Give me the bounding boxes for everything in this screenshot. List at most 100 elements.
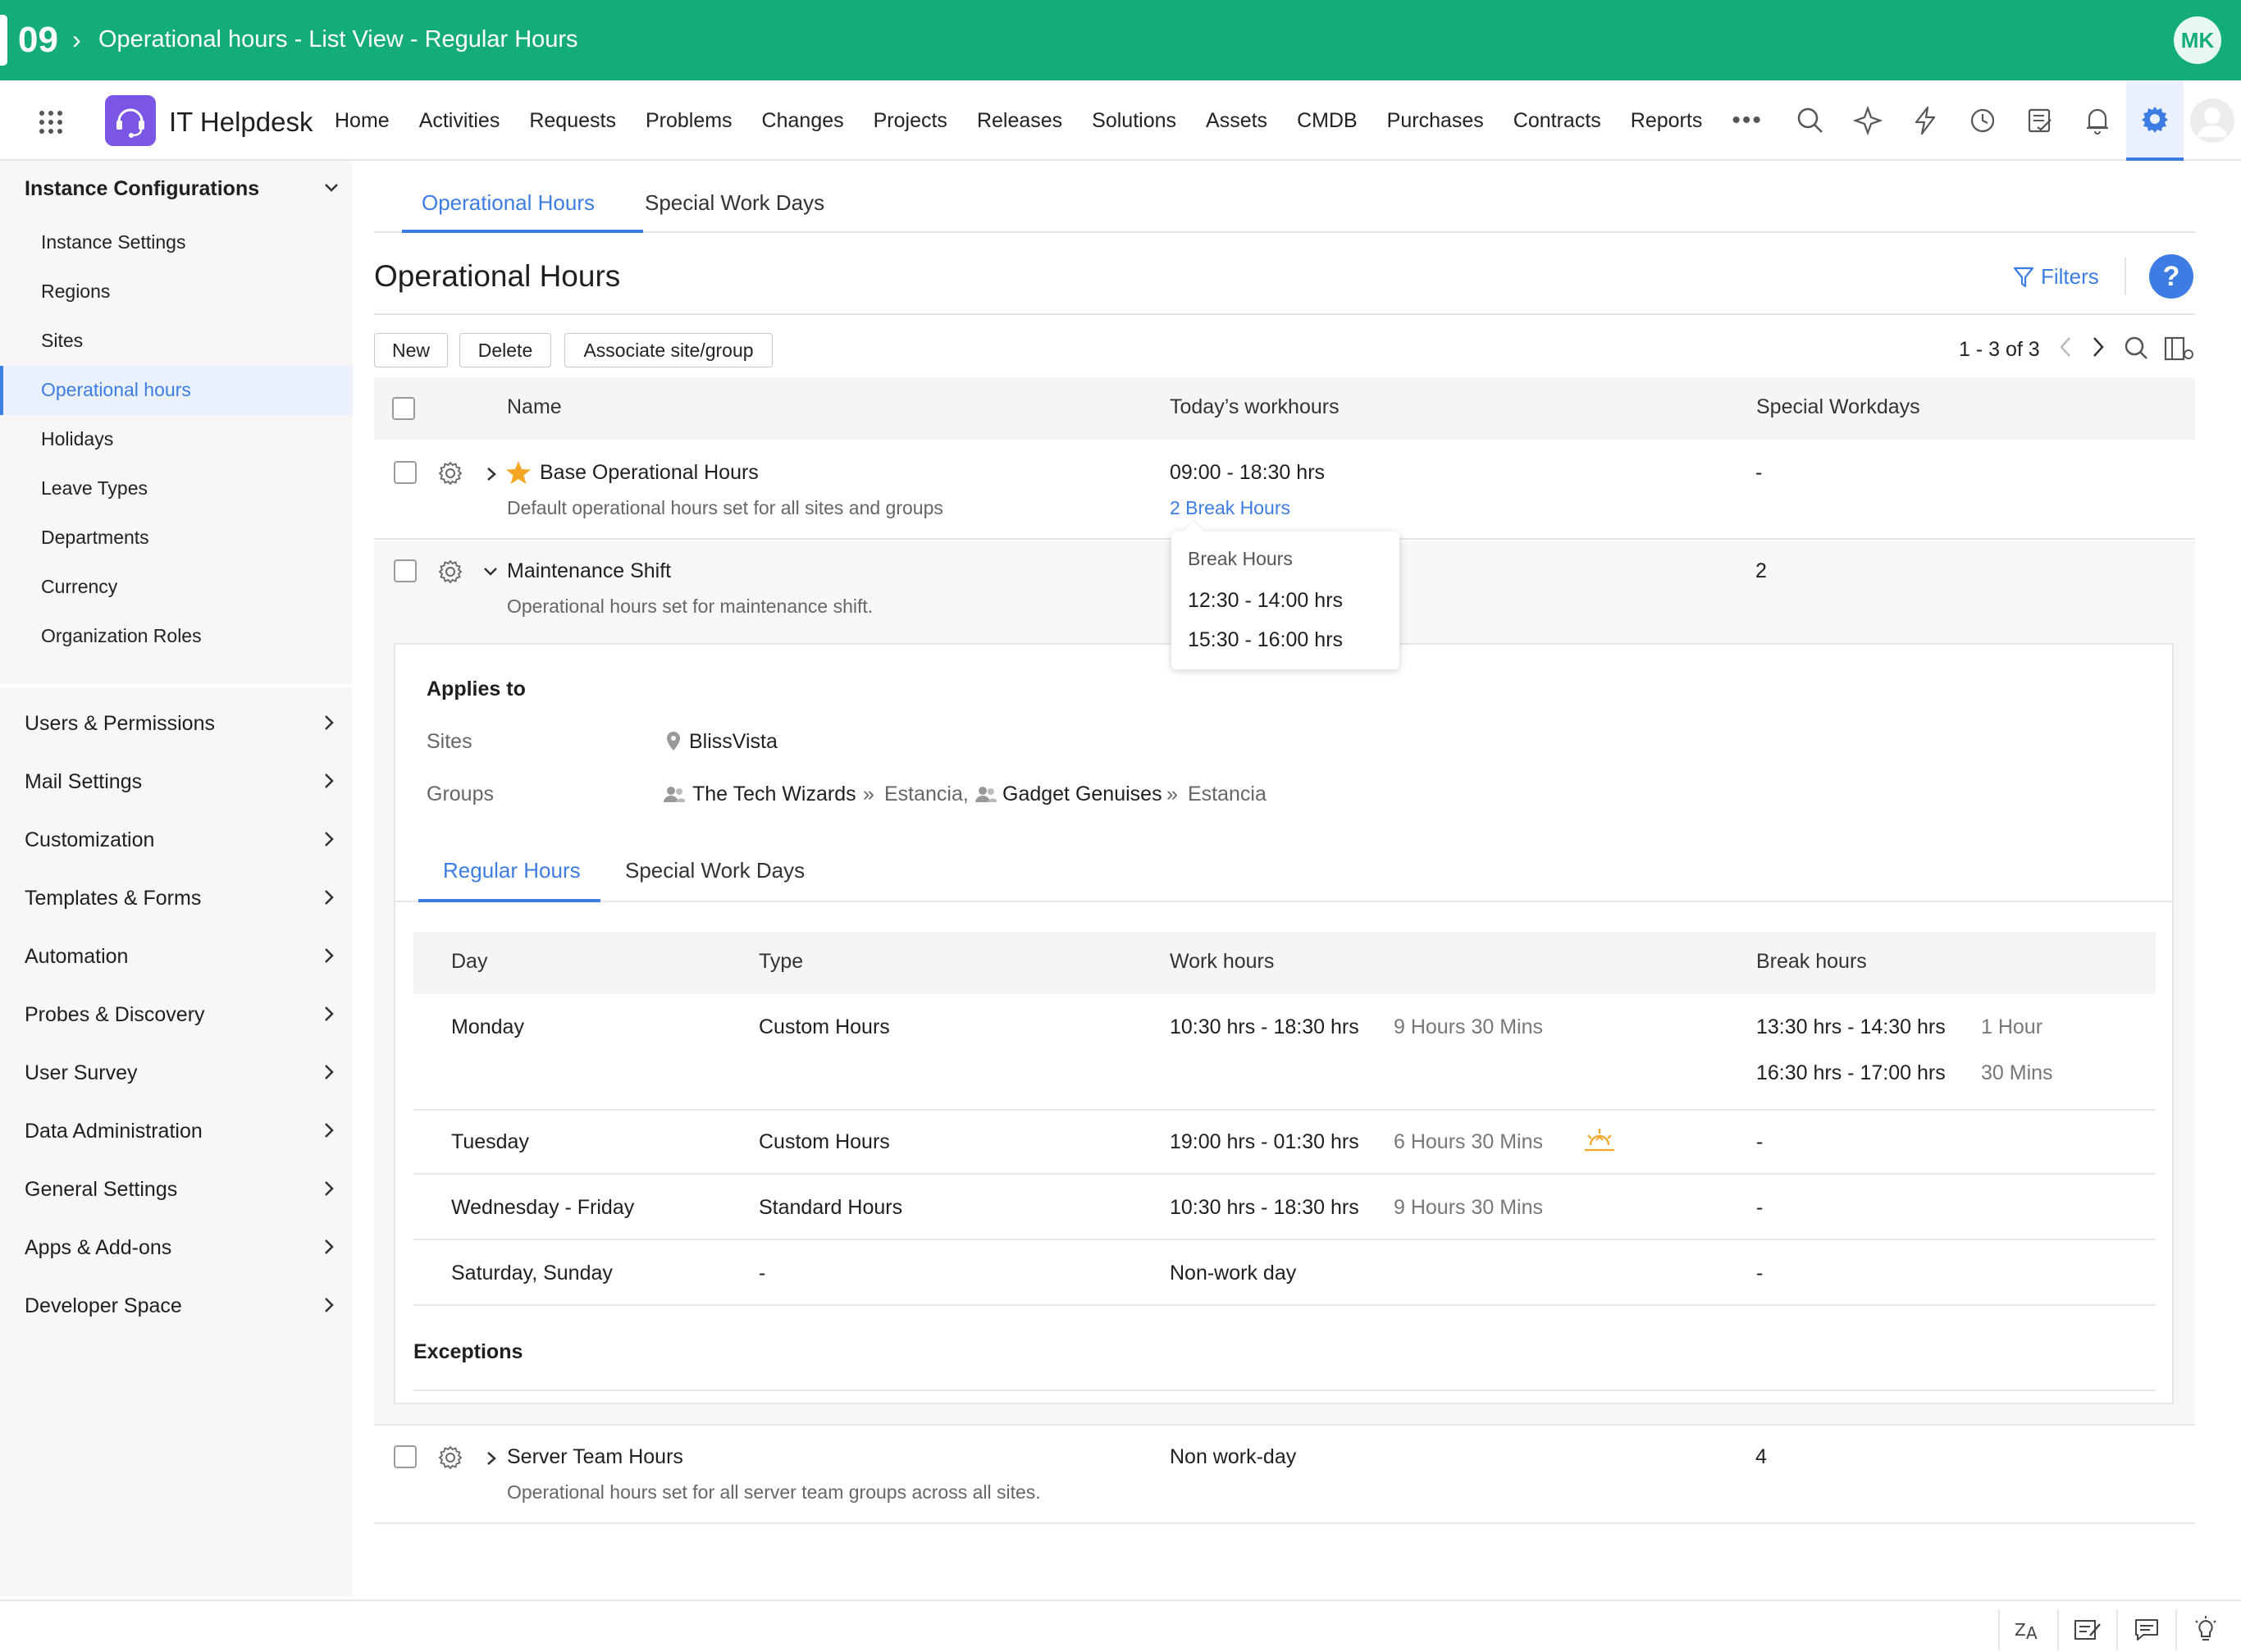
helpdesk-logo-icon bbox=[105, 95, 156, 146]
notes-icon[interactable] bbox=[2057, 1609, 2116, 1650]
sidebar-group-user-survey[interactable]: User Survey bbox=[0, 1048, 353, 1098]
sidebar-item-departments[interactable]: Departments bbox=[41, 527, 149, 549]
sidebar-group-templates-forms[interactable]: Templates & Forms bbox=[0, 874, 353, 923]
sidebar-group-developer-space[interactable]: Developer Space bbox=[0, 1281, 353, 1330]
chevron-down-icon[interactable] bbox=[482, 566, 499, 577]
tab-special-work-days[interactable]: Special Work Days bbox=[645, 190, 824, 216]
nav-requests[interactable]: Requests bbox=[529, 109, 616, 133]
new-button[interactable]: New bbox=[374, 333, 448, 367]
sidebar-item-currency[interactable]: Currency bbox=[41, 576, 117, 598]
nav-contracts[interactable]: Contracts bbox=[1513, 109, 1601, 133]
page-title: Operational Hours bbox=[374, 259, 621, 293]
sidebar-group-automation[interactable]: Automation bbox=[0, 932, 353, 981]
sidebar-group-customization[interactable]: Customization bbox=[0, 815, 353, 865]
sidebar-group-probes-discovery[interactable]: Probes & Discovery bbox=[0, 990, 353, 1039]
chat-icon[interactable] bbox=[2116, 1609, 2175, 1650]
column-settings-icon[interactable] bbox=[2164, 335, 2195, 363]
nav-cmdb[interactable]: CMDB bbox=[1297, 109, 1358, 133]
row-checkbox[interactable] bbox=[394, 1445, 417, 1468]
nav-home[interactable]: Home bbox=[335, 109, 390, 133]
prev-page-icon[interactable] bbox=[2057, 335, 2074, 359]
sidebar-item-operational-hours[interactable]: Operational hours bbox=[41, 379, 191, 401]
nav-reports[interactable]: Reports bbox=[1631, 109, 1703, 133]
bulb-icon[interactable] bbox=[2175, 1609, 2234, 1650]
help-button[interactable]: ? bbox=[2149, 254, 2193, 299]
bell-icon[interactable] bbox=[2069, 80, 2126, 161]
nav-changes[interactable]: Changes bbox=[762, 109, 844, 133]
nav-projects[interactable]: Projects bbox=[874, 109, 947, 133]
delete-button[interactable]: Delete bbox=[459, 333, 551, 367]
lightning-icon[interactable] bbox=[1896, 80, 1954, 161]
sidebar-item-organization-roles[interactable]: Organization Roles bbox=[41, 625, 202, 647]
tab-operational-hours[interactable]: Operational Hours bbox=[422, 190, 595, 216]
row-workhours: Non work-day bbox=[1170, 1445, 1297, 1468]
tasks-icon[interactable] bbox=[2011, 80, 2069, 161]
select-all-checkbox[interactable] bbox=[392, 397, 415, 420]
history-icon[interactable] bbox=[1954, 80, 2011, 161]
row-checkbox[interactable] bbox=[394, 461, 417, 484]
nav-releases[interactable]: Releases bbox=[977, 109, 1062, 133]
chevron-right-icon bbox=[325, 715, 334, 730]
sidebar-group-data-administration[interactable]: Data Administration bbox=[0, 1107, 353, 1156]
break-cell: - bbox=[1756, 1196, 1764, 1219]
app-name[interactable]: IT Helpdesk bbox=[169, 107, 313, 138]
work-duration-cell: 9 Hours 30 Mins bbox=[1394, 1015, 1544, 1038]
sidebar-group-general-settings[interactable]: General Settings bbox=[0, 1165, 353, 1214]
sidebar-group-label: Mail Settings bbox=[25, 770, 143, 793]
sidebar-item-leave-types[interactable]: Leave Types bbox=[41, 477, 148, 500]
search-icon[interactable] bbox=[1782, 80, 1839, 161]
sidebar-group-apps-addons[interactable]: Apps & Add-ons bbox=[0, 1223, 353, 1272]
search-icon[interactable] bbox=[2123, 335, 2149, 361]
translate-icon[interactable]: ZA bbox=[1998, 1609, 2057, 1650]
sidebar-group-users-permissions[interactable]: Users & Permissions bbox=[0, 699, 353, 748]
sidebar-section-title[interactable]: Instance Configurations bbox=[25, 177, 259, 201]
nav-activities[interactable]: Activities bbox=[419, 109, 500, 133]
sidebar-group-mail-settings[interactable]: Mail Settings bbox=[0, 757, 353, 806]
work-hours-cell: 10:30 hrs - 18:30 hrs bbox=[1170, 1015, 1359, 1038]
settings-icon[interactable] bbox=[2126, 80, 2184, 161]
sidebar-group-label: Customization bbox=[25, 828, 155, 851]
sidebar-item-instance-settings[interactable]: Instance Settings bbox=[41, 231, 185, 253]
row-special-workdays: 2 bbox=[1755, 559, 1767, 582]
gear-icon[interactable] bbox=[438, 1445, 463, 1470]
row-checkbox[interactable] bbox=[394, 559, 417, 582]
sidebar-divider bbox=[0, 684, 353, 687]
nav-purchases[interactable]: Purchases bbox=[1387, 109, 1484, 133]
nav-problems[interactable]: Problems bbox=[646, 109, 733, 133]
column-todays-workhours[interactable]: Today’s workhours bbox=[1170, 395, 1340, 419]
work-duration-cell: 9 Hours 30 Mins bbox=[1394, 1196, 1544, 1219]
sidebar-item-sites[interactable]: Sites bbox=[41, 330, 83, 352]
sidebar-item-holidays[interactable]: Holidays bbox=[41, 428, 113, 450]
chevron-right-icon[interactable] bbox=[486, 466, 497, 482]
tab-regular-hours[interactable]: Regular Hours bbox=[443, 858, 581, 883]
nav-solutions[interactable]: Solutions bbox=[1092, 109, 1176, 133]
sidebar-item-regions[interactable]: Regions bbox=[41, 281, 110, 303]
applies-to-heading: Applies to bbox=[427, 678, 526, 701]
tab-special-work-days-inner[interactable]: Special Work Days bbox=[625, 858, 805, 883]
next-page-icon[interactable] bbox=[2090, 335, 2106, 359]
chevron-right-icon[interactable] bbox=[486, 1450, 497, 1467]
sparkle-icon[interactable] bbox=[1839, 80, 1896, 161]
associate-site-group-button[interactable]: Associate site/group bbox=[564, 333, 773, 367]
nav-assets[interactable]: Assets bbox=[1206, 109, 1267, 133]
row-name[interactable]: Server Team Hours bbox=[507, 1445, 683, 1469]
group-1-name: The Tech Wizards bbox=[692, 783, 856, 805]
row-name[interactable]: Base Operational Hours bbox=[540, 461, 759, 485]
header-divider bbox=[374, 313, 2195, 315]
more-icon[interactable]: ••• bbox=[1732, 107, 1763, 135]
page-tabs: Operational Hours Special Work Days bbox=[374, 177, 2195, 233]
profile-icon[interactable] bbox=[2184, 80, 2241, 161]
group-1-site: Estancia, bbox=[884, 783, 969, 805]
gear-icon[interactable] bbox=[438, 559, 463, 584]
filters-label: Filters bbox=[2041, 264, 2099, 289]
gear-icon[interactable] bbox=[438, 461, 463, 486]
column-special-workdays[interactable]: Special Workdays bbox=[1756, 395, 1920, 419]
filters-button[interactable]: Filters bbox=[2013, 264, 2099, 290]
chevron-down-icon[interactable] bbox=[323, 182, 340, 194]
nav-links: Home Activities Requests Problems Change… bbox=[335, 80, 1763, 161]
avatar[interactable]: MK bbox=[2174, 16, 2221, 64]
break-hours-link[interactable]: 2 Break Hours bbox=[1170, 497, 1290, 519]
row-name[interactable]: Maintenance Shift bbox=[507, 559, 671, 583]
column-name[interactable]: Name bbox=[507, 395, 562, 419]
app-grid-icon[interactable] bbox=[39, 111, 62, 134]
